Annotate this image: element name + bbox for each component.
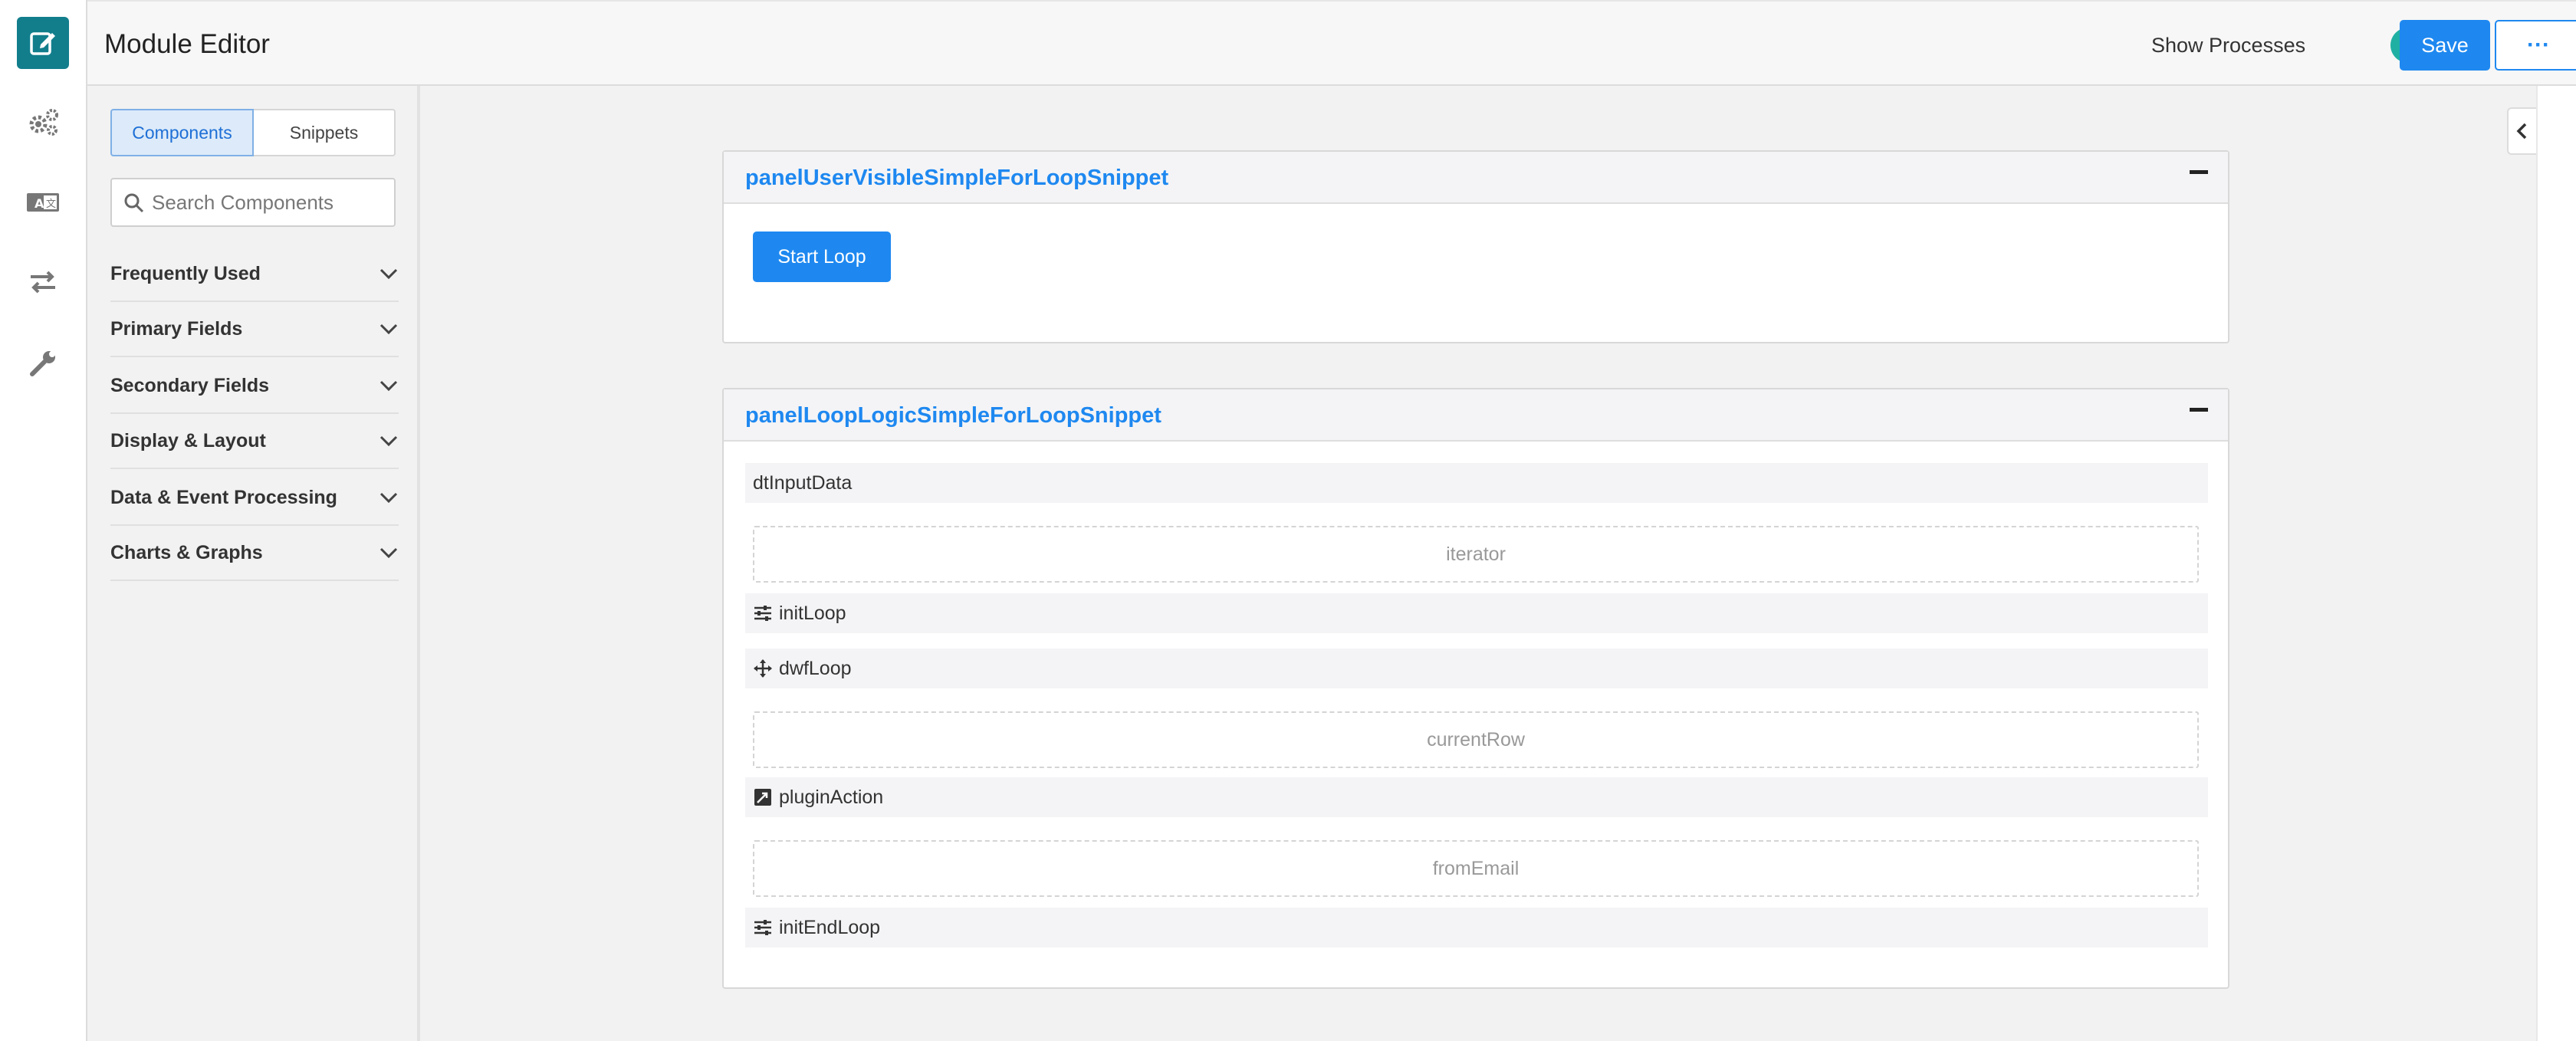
panel-loop-logic: panelLoopLogicSimpleForLoopSnippet dtInp…	[722, 388, 2229, 989]
save-button[interactable]: Save	[2400, 20, 2490, 71]
category-label: Display & Layout	[110, 429, 266, 452]
category-display-layout[interactable]: Display & Layout	[110, 414, 399, 469]
component-sidebar: Components Snippets Frequently Used Prim…	[87, 86, 420, 1041]
chevron-down-icon	[380, 492, 398, 504]
svg-text:文: 文	[46, 199, 56, 210]
component-row-initendloop[interactable]: initEndLoop	[745, 908, 2208, 947]
drop-zone-iterator[interactable]: iterator	[753, 526, 2199, 583]
panel-title[interactable]: panelUserVisibleSimpleForLoopSnippet	[745, 166, 1168, 191]
component-label: initLoop	[779, 602, 846, 624]
page-title: Module Editor	[104, 29, 270, 59]
component-row-initloop[interactable]: initLoop	[745, 593, 2208, 633]
panel-header: panelUserVisibleSimpleForLoopSnippet	[724, 152, 2228, 204]
more-options-button[interactable]: ···	[2495, 20, 2576, 71]
drop-zone-currentrow[interactable]: currentRow	[753, 711, 2199, 768]
category-charts-graphs[interactable]: Charts & Graphs	[110, 526, 399, 581]
gears-icon[interactable]	[25, 104, 61, 141]
category-secondary-fields[interactable]: Secondary Fields	[110, 359, 399, 414]
plugin-icon	[754, 789, 771, 806]
left-rail: A 文	[0, 0, 87, 1041]
component-label: dtInputData	[753, 471, 853, 494]
category-label: Data & Event Processing	[110, 486, 337, 508]
component-row-dtinputdata[interactable]: dtInputData	[745, 463, 2208, 503]
right-drawer	[2536, 86, 2576, 1041]
category-label: Charts & Graphs	[110, 541, 263, 563]
drop-zone-label: currentRow	[1427, 728, 1525, 750]
panel-header: panelLoopLogicSimpleForLoopSnippet	[724, 389, 2228, 442]
component-row-pluginaction[interactable]: pluginAction	[745, 777, 2208, 817]
chevron-down-icon	[380, 380, 398, 392]
drop-zone-label: iterator	[1446, 543, 1506, 565]
category-label: Secondary Fields	[110, 374, 270, 396]
sidebar-tabs: Components Snippets	[110, 109, 396, 156]
svg-text:A: A	[34, 196, 44, 211]
minimize-icon[interactable]	[2190, 408, 2208, 412]
search-icon	[124, 193, 144, 213]
chevron-down-icon	[380, 323, 398, 335]
component-label: dwfLoop	[779, 657, 852, 679]
sliders-icon	[754, 606, 771, 621]
category-data-event-processing[interactable]: Data & Event Processing	[110, 471, 399, 526]
tab-components[interactable]: Components	[110, 109, 254, 156]
tab-snippets[interactable]: Snippets	[254, 109, 396, 156]
drop-zone-label: fromEmail	[1432, 857, 1520, 879]
start-loop-button[interactable]: Start Loop	[753, 232, 891, 282]
chevron-left-icon	[2516, 123, 2527, 140]
component-label: initEndLoop	[779, 916, 881, 938]
search-box	[110, 178, 396, 227]
search-input[interactable]	[152, 179, 389, 225]
sliders-icon	[754, 920, 771, 935]
category-primary-fields[interactable]: Primary Fields	[110, 302, 399, 357]
show-processes-label: Show Processes	[2151, 34, 2306, 57]
wrench-icon[interactable]	[25, 345, 61, 382]
category-label: Frequently Used	[110, 262, 261, 284]
drawer-toggle[interactable]	[2507, 107, 2536, 155]
exchange-icon[interactable]	[25, 264, 61, 300]
drop-zone-fromemail[interactable]: fromEmail	[753, 840, 2199, 897]
language-icon[interactable]: A 文	[25, 184, 61, 221]
minimize-icon[interactable]	[2190, 170, 2208, 174]
panel-title[interactable]: panelLoopLogicSimpleForLoopSnippet	[745, 403, 1162, 429]
chevron-down-icon	[380, 268, 398, 280]
edit-icon[interactable]	[17, 17, 69, 69]
top-header: Module Editor Show Processes Save ···	[87, 0, 2576, 86]
component-row-dwfloop[interactable]: dwfLoop	[745, 649, 2208, 688]
category-label: Primary Fields	[110, 317, 243, 340]
category-frequently-used[interactable]: Frequently Used	[110, 247, 399, 302]
chevron-down-icon	[380, 547, 398, 559]
panel-user-visible: panelUserVisibleSimpleForLoopSnippet Sta…	[722, 150, 2229, 343]
component-label: pluginAction	[779, 786, 884, 808]
move-icon	[754, 659, 772, 678]
chevron-down-icon	[380, 435, 398, 447]
